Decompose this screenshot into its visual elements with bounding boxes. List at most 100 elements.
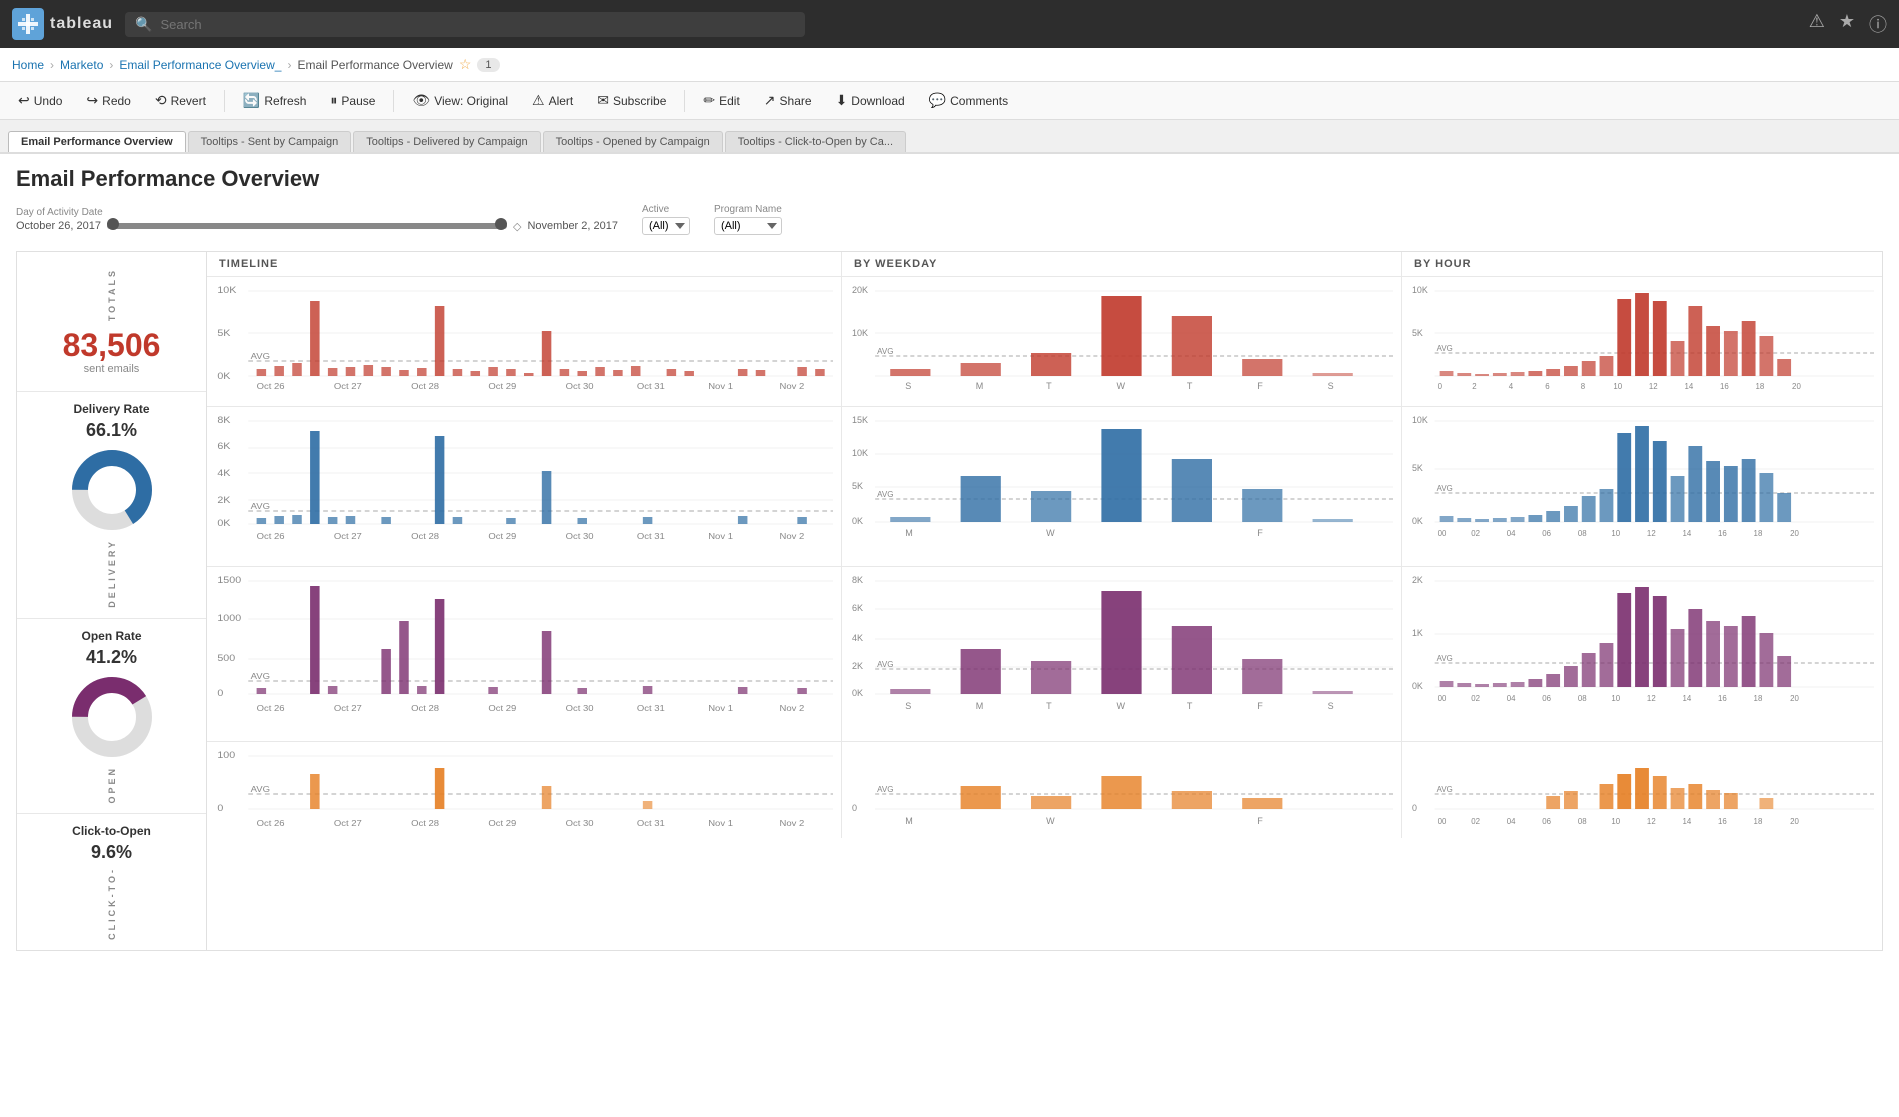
svg-text:5K: 5K [1412,328,1423,338]
svg-text:500: 500 [217,654,235,664]
comments-icon: 💬 [929,92,946,109]
revert-button[interactable]: ⟲ Revert [145,88,216,113]
svg-text:5K: 5K [852,481,863,491]
subscribe-button[interactable]: ✉ Subscribe [587,88,676,113]
download-button[interactable]: ⬇ Download [826,88,915,113]
redo-button[interactable]: ↪ Redo [76,88,140,113]
svg-text:20: 20 [1792,382,1801,391]
search-bar[interactable]: 🔍 [125,12,805,37]
breadcrumb-marketo[interactable]: Marketo [60,58,103,72]
open-weekday-panel: 8K 6K 4K 2K 0K AVG [842,567,1402,741]
tab-delivered-campaign[interactable]: Tooltips - Delivered by Campaign [353,131,540,152]
svg-text:Oct 27: Oct 27 [334,532,362,541]
svg-text:S: S [905,381,911,391]
tab-email-overview[interactable]: Email Performance Overview [8,131,186,152]
date-handle-right[interactable] [495,218,507,230]
divider2 [393,90,394,112]
breadcrumb-home[interactable]: Home [12,58,44,72]
svg-text:0: 0 [1412,803,1417,813]
undo-icon: ↩ [18,92,30,109]
page-title: Email Performance Overview [16,166,1883,192]
delivery-title: Delivery Rate [73,402,149,416]
tab-sent-campaign[interactable]: Tooltips - Sent by Campaign [188,131,352,152]
svg-text:14: 14 [1682,817,1691,826]
refresh-icon: 🔄 [243,92,260,109]
svg-text:Oct 27: Oct 27 [334,704,362,713]
svg-text:Nov 1: Nov 1 [708,532,733,541]
timeline-header: TIMELINE [207,252,842,276]
tab-clicktoopen-campaign[interactable]: Tooltips - Click-to-Open by Ca... [725,131,906,152]
active-filter: Active (All) [642,204,690,235]
program-filter-select[interactable]: (All) [714,217,782,235]
svg-text:04: 04 [1507,529,1516,538]
svg-text:12: 12 [1647,529,1656,538]
svg-text:14: 14 [1682,694,1691,703]
pause-button[interactable]: ⏸ Pause [320,88,385,113]
delivery-weekday-chart: 15K 10K 5K 0K AVG [850,411,1393,541]
svg-text:W: W [1046,816,1055,826]
edit-button[interactable]: ✏ Edit [693,88,749,113]
sent-weekday-panel: 20K 10K AVG [842,277,1402,406]
svg-text:Nov 2: Nov 2 [780,704,805,713]
refresh-button[interactable]: 🔄 Refresh [233,88,316,113]
open-donut [67,672,157,762]
svg-text:4K: 4K [217,469,231,479]
svg-text:2K: 2K [1412,575,1423,585]
svg-text:W: W [1116,701,1125,711]
svg-text:6K: 6K [217,442,231,452]
sep3: › [287,58,291,72]
svg-text:0K: 0K [1412,681,1423,691]
delivery-hour-panel: 10K 5K 0K AVG [1402,407,1882,566]
svg-text:10K: 10K [852,448,868,458]
view-original-button[interactable]: 👁 View: Original [402,88,518,113]
open-title: Open Rate [81,629,141,643]
svg-text:14: 14 [1684,382,1693,391]
svg-text:Oct 26: Oct 26 [257,382,285,391]
sent-hour-chart: 10K 5K AVG [1410,281,1874,391]
svg-text:T: T [1187,381,1193,391]
favorite-star[interactable]: ☆ [459,56,472,73]
info-icon[interactable]: ⓘ [1869,11,1887,37]
search-input[interactable] [160,17,795,32]
svg-text:Oct 28: Oct 28 [411,819,439,828]
delivery-vert-label: DELIVERY [107,539,117,608]
svg-text:Nov 1: Nov 1 [708,819,733,828]
svg-text:10: 10 [1611,817,1620,826]
svg-text:0K: 0K [217,519,231,529]
svg-text:20K: 20K [852,285,868,295]
sent-label: sent emails [84,363,140,375]
topbar: tableau 🔍 ⚠ ★ ⓘ [0,0,1899,48]
alert-icon[interactable]: ⚠ [1809,11,1825,37]
date-filter-label: Day of Activity Date [16,207,618,218]
breadcrumb-workbook[interactable]: Email Performance Overview_ [119,58,281,72]
svg-text:Oct 28: Oct 28 [411,704,439,713]
svg-text:Oct 30: Oct 30 [566,532,594,541]
star-icon[interactable]: ★ [1839,11,1855,37]
svg-text:1500: 1500 [217,576,241,586]
share-button[interactable]: ↗ Share [754,88,822,113]
date-range-slider[interactable] [107,223,507,229]
svg-text:10: 10 [1613,382,1622,391]
svg-text:Oct 28: Oct 28 [411,532,439,541]
click-hour-chart: 0 AVG 0 [1410,746,1874,831]
undo-button[interactable]: ↩ Undo [8,88,72,113]
date-handle-left[interactable] [107,218,119,230]
svg-text:4K: 4K [852,633,863,643]
program-filter-label: Program Name [714,204,782,215]
active-filter-select[interactable]: (All) [642,217,690,235]
fav-count-badge: 1 [477,58,499,72]
open-weekday-chart: 8K 6K 4K 2K 0K AVG [850,571,1393,716]
svg-text:1000: 1000 [217,614,241,624]
open-timeline-panel: 1500 1000 500 0 AVG [207,567,842,741]
svg-text:Oct 26: Oct 26 [257,532,285,541]
edit-icon: ✏ [703,92,715,109]
comments-button[interactable]: 💬 Comments [919,88,1018,113]
clicktoopen-pct: 9.6% [91,842,132,863]
open-pct: 41.2% [86,647,137,668]
delivery-pct: 66.1% [86,420,137,441]
svg-text:0: 0 [1438,382,1443,391]
svg-text:0K: 0K [852,688,863,698]
alert-button[interactable]: ⚠ Alert [522,88,583,113]
tab-opened-campaign[interactable]: Tooltips - Opened by Campaign [543,131,723,152]
svg-text:T: T [1046,381,1052,391]
